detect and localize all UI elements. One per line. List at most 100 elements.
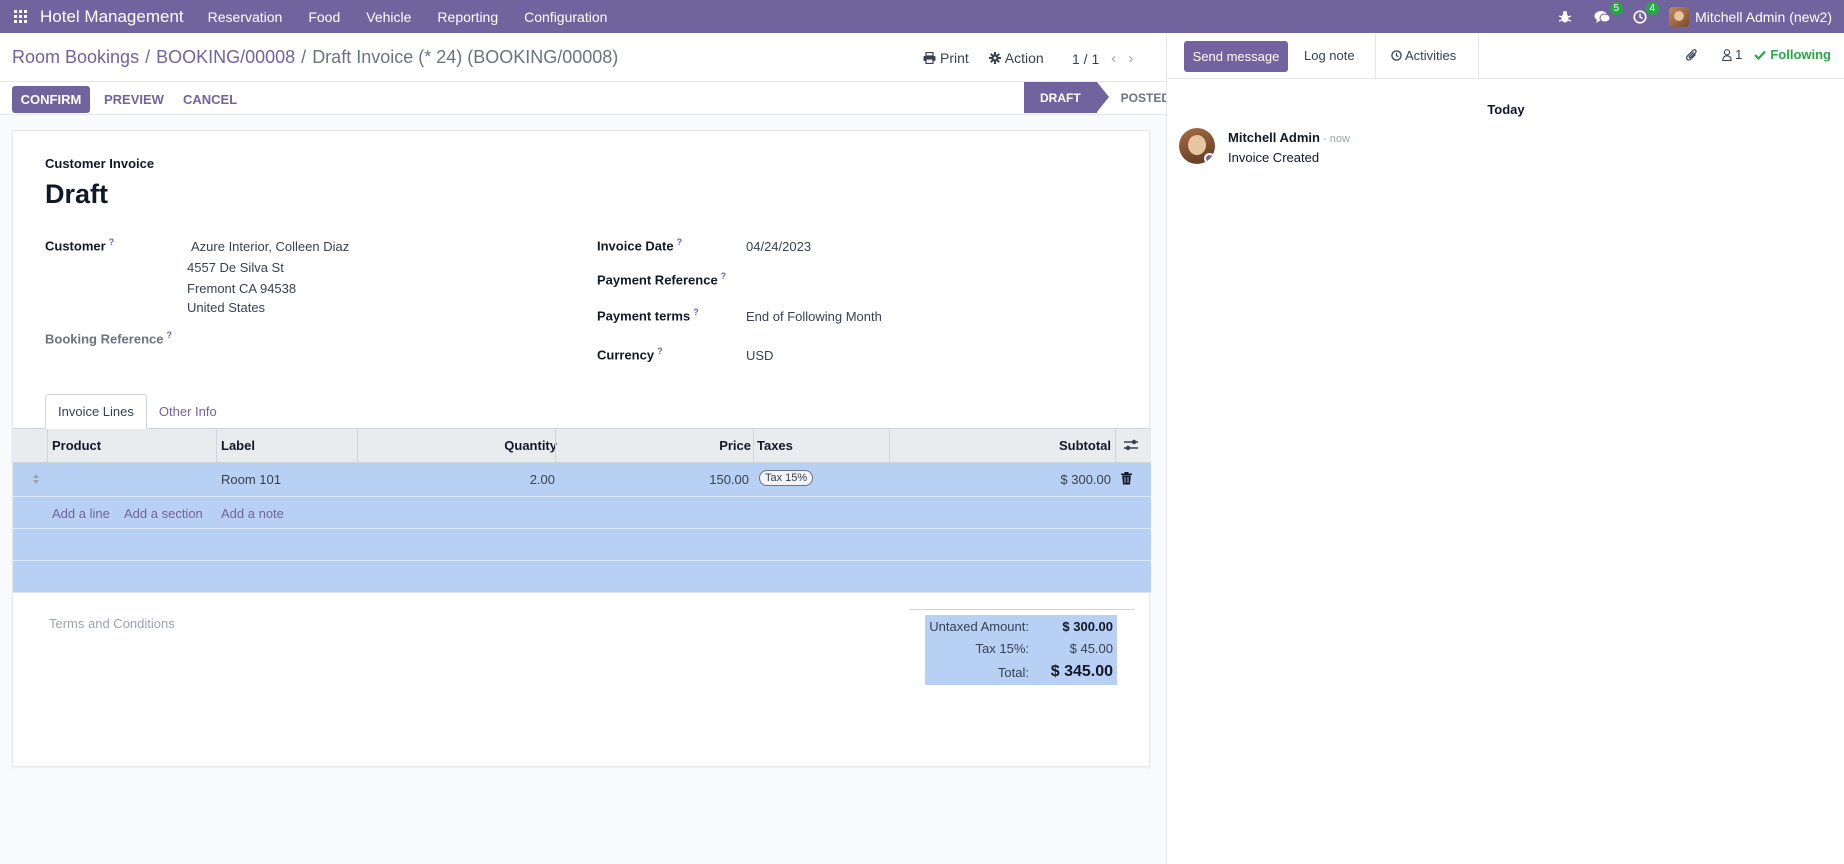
breadcrumb-room-bookings[interactable]: Room Bookings bbox=[12, 47, 139, 67]
tab-invoice-lines[interactable]: Invoice Lines bbox=[45, 394, 147, 429]
print-icon bbox=[923, 52, 936, 64]
message-author-name[interactable]: Mitchell Admin bbox=[1228, 130, 1320, 145]
activities-clock-icon[interactable]: 4 bbox=[1633, 1, 1660, 24]
invoice-title: Draft bbox=[45, 179, 109, 209]
status-bar: DRAFT POSTED bbox=[1024, 82, 1184, 113]
messages-badge: 5 bbox=[1609, 1, 1624, 15]
customer-label: Customer? bbox=[45, 237, 115, 254]
col-quantity[interactable]: Quantity bbox=[504, 438, 557, 453]
message-time: - now bbox=[1319, 133, 1350, 145]
message-author: Mitchell Admin - now bbox=[1228, 130, 1350, 145]
total-value: $ 345.00 bbox=[1050, 663, 1113, 680]
print-button[interactable]: Print bbox=[923, 50, 969, 66]
invoice-sheet: Customer Invoice Draft Customer? Azure I… bbox=[12, 130, 1151, 767]
row-quantity[interactable]: 2.00 bbox=[530, 472, 555, 487]
row-price[interactable]: 150.00 bbox=[709, 472, 749, 487]
pager-value[interactable]: 1 / 1 bbox=[1072, 51, 1099, 67]
add-line-link[interactable]: Add a line bbox=[52, 506, 110, 521]
following-button[interactable]: Following bbox=[1754, 47, 1831, 62]
following-label: Following bbox=[1770, 47, 1831, 62]
col-label[interactable]: Label bbox=[221, 438, 255, 453]
customer-name[interactable]: Azure Interior, Colleen Diaz bbox=[191, 239, 349, 254]
col-price[interactable]: Price bbox=[719, 438, 751, 453]
control-panel: Room Bookings / BOOKING/00008/Draft Invoic… bbox=[0, 33, 1170, 115]
debug-bug-icon[interactable] bbox=[1558, 10, 1572, 24]
row-drag-handle-icon[interactable] bbox=[32, 473, 40, 485]
confirm-button[interactable]: CONFIRM bbox=[12, 86, 90, 113]
totals-divider bbox=[909, 609, 1135, 610]
activities-label: Activities bbox=[1405, 48, 1457, 63]
breadcrumb-booking[interactable]: BOOKING/00008 bbox=[156, 47, 295, 67]
row-label[interactable]: Room 101 bbox=[221, 472, 281, 487]
menu-vehicle[interactable]: Vehicle bbox=[366, 9, 411, 25]
optional-columns-icon[interactable] bbox=[1124, 439, 1138, 451]
help-icon: ? bbox=[720, 271, 727, 281]
add-row: Add a line Add a section Add a note bbox=[13, 497, 1151, 529]
followers-button[interactable]: 1 bbox=[1722, 47, 1742, 62]
status-draft[interactable]: DRAFT bbox=[1024, 82, 1109, 113]
log-note-button[interactable]: Log note bbox=[1304, 48, 1355, 63]
invoice-lines-table: Product Label Quantity Price Taxes Subto… bbox=[13, 429, 1151, 593]
pager-prev-icon[interactable]: ‹ bbox=[1111, 50, 1116, 67]
add-section-link[interactable]: Add a section bbox=[124, 506, 203, 521]
total-label: Total: bbox=[997, 665, 1029, 680]
menu-reservation[interactable]: Reservation bbox=[208, 9, 283, 25]
control-divider bbox=[0, 81, 1166, 82]
currency-field[interactable]: USD bbox=[746, 348, 773, 363]
booking-reference-label: Booking Reference? bbox=[45, 330, 172, 347]
tax-value: $ 45.00 bbox=[1069, 641, 1113, 656]
row-tax-tag[interactable]: Tax 15% bbox=[759, 470, 814, 486]
empty-row bbox=[13, 561, 1151, 593]
app-brand[interactable]: Hotel Management bbox=[40, 7, 184, 27]
menu-configuration[interactable]: Configuration bbox=[524, 9, 607, 25]
col-product[interactable]: Product bbox=[52, 438, 101, 453]
message-body: Invoice Created bbox=[1228, 150, 1320, 165]
breadcrumb-current: Draft Invoice (* 24) (BOOKING/00008) bbox=[312, 47, 619, 67]
breadcrumb: Room Bookings / BOOKING/00008/Draft Invoic… bbox=[12, 47, 619, 67]
delete-row-trash-icon[interactable] bbox=[1121, 472, 1132, 485]
tab-other-info[interactable]: Other Info bbox=[147, 394, 229, 429]
payment-terms-label: Payment terms? bbox=[597, 307, 699, 324]
col-subtotal[interactable]: Subtotal bbox=[1059, 438, 1111, 453]
currency-label: Currency? bbox=[597, 346, 663, 363]
chatter-topbar: Send message Log note Activities 1 Follo… bbox=[1167, 33, 1844, 79]
untaxed-amount-label: Untaxed Amount: bbox=[929, 619, 1029, 634]
untaxed-amount-value: $ 300.00 bbox=[1062, 619, 1113, 634]
col-taxes[interactable]: Taxes bbox=[757, 438, 793, 453]
table-header: Product Label Quantity Price Taxes Subto… bbox=[13, 429, 1151, 463]
apps-menu-icon[interactable] bbox=[0, 0, 40, 33]
pager: 1 / 1 ‹ › bbox=[1072, 50, 1133, 67]
gear-icon bbox=[988, 52, 1001, 64]
table-row[interactable]: Room 101 2.00 150.00 Tax 15% $ 300.00 bbox=[13, 463, 1151, 497]
menu-food[interactable]: Food bbox=[308, 9, 340, 25]
menu-reporting[interactable]: Reporting bbox=[437, 9, 498, 25]
top-navbar: Hotel Management Reservation Food Vehicl… bbox=[0, 0, 1844, 33]
followers-count: 1 bbox=[1735, 47, 1743, 62]
invoice-date-field[interactable]: 04/24/2023 bbox=[746, 239, 811, 254]
user-menu[interactable]: Mitchell Admin (new2) bbox=[1695, 9, 1832, 25]
payment-terms-field[interactable]: End of Following Month bbox=[746, 309, 882, 324]
online-status-icon bbox=[1204, 153, 1215, 164]
help-icon: ? bbox=[676, 237, 683, 247]
row-subtotal: $ 300.00 bbox=[1060, 472, 1111, 487]
action-label: Action bbox=[1004, 50, 1044, 66]
cancel-button[interactable]: CANCEL bbox=[183, 92, 237, 107]
totals-summary: Untaxed Amount: $ 300.00 Tax 15%: $ 45.0… bbox=[925, 615, 1117, 685]
send-message-button[interactable]: Send message bbox=[1184, 41, 1288, 72]
attachment-paperclip-icon[interactable] bbox=[1686, 48, 1698, 62]
check-icon bbox=[1754, 50, 1767, 60]
user-avatar[interactable] bbox=[1669, 6, 1690, 27]
notebook-tabs: Invoice Lines Other Info bbox=[45, 394, 229, 429]
help-icon: ? bbox=[657, 346, 663, 356]
preview-button[interactable]: PREVIEW bbox=[104, 92, 164, 107]
message-author-avatar[interactable] bbox=[1179, 128, 1215, 164]
action-button[interactable]: Action bbox=[988, 50, 1044, 66]
clock-icon bbox=[1391, 50, 1402, 61]
add-note-link[interactable]: Add a note bbox=[221, 506, 284, 521]
customer-address-line1: 4557 De Silva St bbox=[187, 260, 284, 275]
activities-button[interactable]: Activities bbox=[1391, 48, 1456, 63]
messages-icon[interactable]: 5 bbox=[1594, 1, 1624, 24]
date-separator: Today bbox=[1487, 102, 1525, 117]
terms-and-conditions-field[interactable]: Terms and Conditions bbox=[49, 616, 175, 631]
pager-next-icon[interactable]: › bbox=[1128, 50, 1133, 67]
